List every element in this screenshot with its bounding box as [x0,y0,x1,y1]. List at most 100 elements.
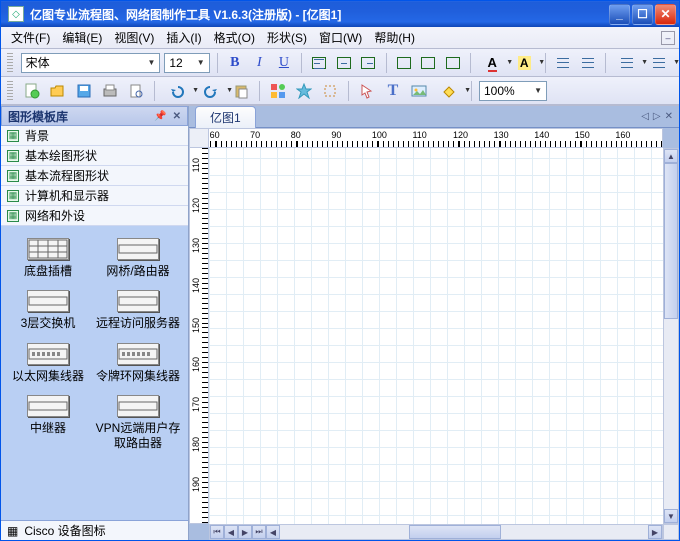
valign-top-button[interactable] [394,52,415,74]
align-left-button[interactable] [309,52,330,74]
vertical-scrollbar[interactable]: ▲ ▼ [663,148,679,524]
sheet-prev-icon[interactable]: ◀ [224,525,238,539]
ruler-tick-label: 160 [615,130,630,140]
crop-button[interactable] [319,80,341,102]
shape-stencil[interactable]: VPN远端用户存取路由器 [93,389,183,456]
line-spacing-button[interactable] [578,52,599,74]
menu-view[interactable]: 视图(V) [108,27,160,48]
valign-middle-button[interactable] [418,52,439,74]
scroll-down-icon[interactable]: ▼ [664,509,678,523]
scroll-thumb[interactable] [664,163,678,319]
category-item[interactable]: ▦基本流程图形状 [1,166,188,186]
minimize-button[interactable]: _ [609,4,630,25]
category-item[interactable]: ▦网络和外设 [1,206,188,226]
sheet-first-icon[interactable]: ⏮ [210,525,224,539]
category-footer-item[interactable]: ▦ Cisco 设备图标 [1,520,188,540]
shape-stencil[interactable]: 令牌环网集线器 [93,337,183,389]
menu-shape[interactable]: 形状(S) [261,27,313,48]
menu-edit[interactable]: 编辑(E) [56,27,108,48]
redo-button[interactable]: ▼ [196,80,226,102]
shapes-panel-button[interactable] [267,80,289,102]
shape-stencil[interactable]: 中继器 [3,389,93,456]
menu-file[interactable]: 文件(F) [5,27,56,48]
ruler-corner [189,128,209,148]
bullets-button[interactable] [553,52,574,74]
horizontal-ruler[interactable]: 5060708090100110120130140150160 [209,128,663,148]
scroll-corner [663,524,679,540]
font-color-button[interactable]: A▼ [478,52,506,74]
shape-icon [27,238,69,260]
scroll-up-icon[interactable]: ▲ [664,149,678,163]
menu-overflow-icon[interactable]: – [661,31,675,45]
vertical-ruler[interactable]: 100110120130140150160170180190 [189,148,209,524]
menu-help[interactable]: 帮助(H) [368,27,421,48]
shape-label: 令牌环网集线器 [96,369,180,383]
scroll-right-icon[interactable]: ▶ [648,525,662,539]
ruler-tick-label: 160 [191,357,201,372]
close-button[interactable]: ✕ [655,4,676,25]
print-preview-button[interactable] [125,80,147,102]
dropdown-icon: ▼ [197,58,205,67]
indent-increase-button[interactable]: ▼ [645,52,673,74]
category-item[interactable]: ▦计算机和显示器 [1,186,188,206]
print-button[interactable] [99,80,121,102]
document-tab[interactable]: 亿图1 [195,106,256,128]
window-title: 亿图专业流程图、网络图制作工具 V1.6.3(注册版) - [亿图1] [28,6,609,23]
text-tool[interactable]: T [382,80,404,102]
shape-stencil[interactable]: 底盘插槽 [3,232,93,284]
ruler-tick-label: 120 [453,130,468,140]
shape-icon [117,238,159,260]
ruler-tick-label: 130 [494,130,509,140]
open-button[interactable] [47,80,69,102]
favorites-button[interactable] [293,80,315,102]
menu-window[interactable]: 窗口(W) [313,27,368,48]
bold-button[interactable]: B [225,52,246,74]
sheet-last-icon[interactable]: ⏭ [252,525,266,539]
drawing-canvas[interactable] [209,148,663,524]
underline-button[interactable]: U [274,52,295,74]
align-center-button[interactable] [334,52,355,74]
shape-stencil[interactable]: 以太网集线器 [3,337,93,389]
horizontal-scrollbar[interactable]: ⏮ ◀ ▶ ⏭ ◀ ▶ [209,524,663,540]
font-size-combo[interactable]: 12 ▼ [164,53,209,73]
shape-stencil[interactable]: 3层交换机 [3,284,93,336]
menu-insert[interactable]: 插入(I) [160,27,207,48]
undo-button[interactable]: ▼ [162,80,192,102]
sheet-next-icon[interactable]: ▶ [238,525,252,539]
scroll-thumb[interactable] [409,525,501,539]
fill-color-button[interactable]: ▼ [434,80,464,102]
paste-button[interactable] [230,80,252,102]
shape-stencil[interactable]: 远程访问服务器 [93,284,183,336]
ruler-tick-label: 140 [534,130,549,140]
ruler-tick-label: 110 [191,158,201,172]
new-button[interactable] [21,80,43,102]
scroll-left-icon[interactable]: ◀ [266,525,280,539]
category-item[interactable]: ▦背景 [1,126,188,146]
italic-button[interactable]: I [249,52,270,74]
shape-stencil[interactable]: 网桥/路由器 [93,232,183,284]
maximize-button[interactable]: ☐ [632,4,653,25]
tab-prev-icon[interactable]: ◁ [641,111,649,122]
zoom-combo[interactable]: 100% ▼ [479,81,547,101]
shapes-gallery: 底盘插槽网桥/路由器3层交换机远程访问服务器以太网集线器令牌环网集线器中继器VP… [1,226,188,520]
toolbar-grip[interactable] [7,81,13,101]
tab-next-icon[interactable]: ▷ [653,111,661,122]
valign-bottom-button[interactable] [443,52,464,74]
toolbar-grip[interactable] [7,53,13,73]
tab-close-icon[interactable]: ✕ [665,111,673,122]
pointer-tool[interactable] [356,80,378,102]
align-right-button[interactable] [358,52,379,74]
shape-label: 以太网集线器 [12,369,84,383]
menu-bar: 文件(F) 编辑(E) 视图(V) 插入(I) 格式(O) 形状(S) 窗口(W… [1,27,679,49]
category-item[interactable]: ▦基本绘图形状 [1,146,188,166]
menu-format[interactable]: 格式(O) [208,27,261,48]
panel-close-icon[interactable]: ✕ [173,111,181,122]
ruler-tick-label: 180 [191,437,201,452]
save-button[interactable] [73,80,95,102]
panel-pin-icon[interactable]: 📌 [154,111,166,122]
highlight-button[interactable]: A▼ [510,52,538,74]
insert-picture-button[interactable] [408,80,430,102]
indent-decrease-button[interactable]: ▼ [613,52,641,74]
shapes-panel: 图形模板库 📌 ✕ ▦背景 ▦基本绘图形状 ▦基本流程图形状 ▦计算机和显示器 … [1,106,189,540]
font-name-combo[interactable]: 宋体 ▼ [21,53,161,73]
